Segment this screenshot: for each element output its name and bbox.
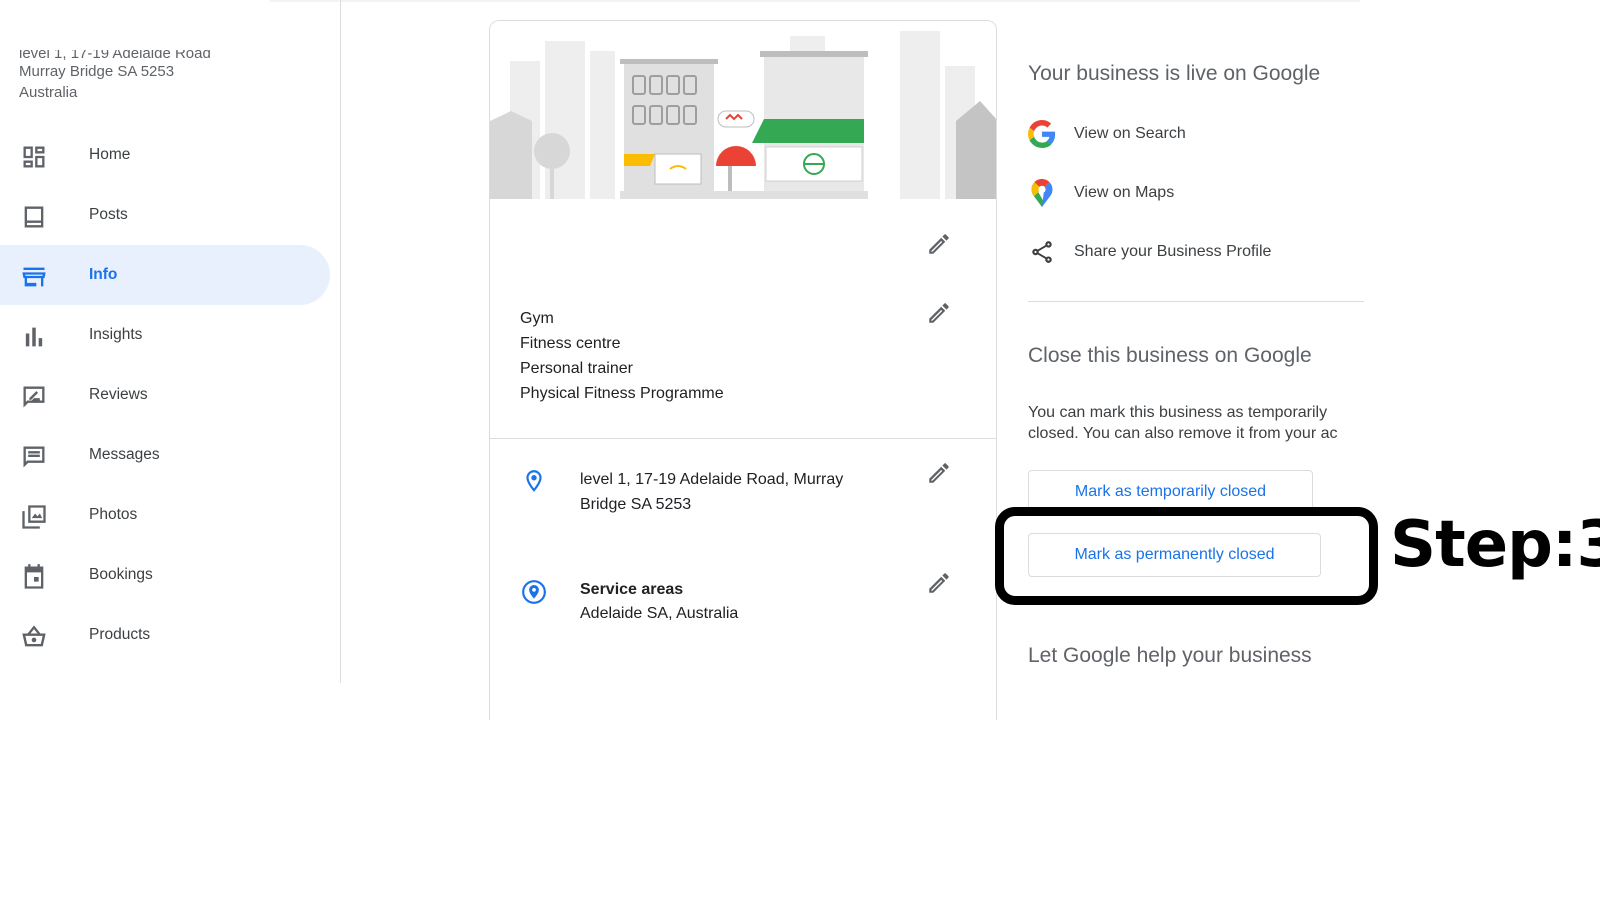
sidebar: level 1, 17-19 Adelaide Road Murray Brid…: [0, 0, 341, 683]
category-item: Personal trainer: [520, 360, 633, 377]
shopping-basket-icon: [22, 625, 46, 647]
business-address: level 1, 17-19 Adelaide Road, Murray Bri…: [580, 467, 880, 517]
step-highlight-box: [995, 507, 1378, 605]
photo-library-icon: [22, 505, 46, 529]
category-item: Physical Fitness Programme: [520, 385, 724, 402]
dashboard-icon: [23, 146, 45, 168]
sidebar-item-bookings[interactable]: Bookings: [0, 545, 330, 605]
sidebar-item-label: Products: [89, 626, 151, 643]
sidebar-item-info[interactable]: Info: [0, 245, 330, 305]
address-line-2: Bridge SA 5253: [580, 496, 692, 513]
sidebar-item-label: Home: [89, 146, 131, 163]
link-label: Share your Business Profile: [1074, 243, 1272, 260]
sidebar-item-label: Messages: [89, 446, 160, 463]
edit-pencil-icon[interactable]: [926, 231, 952, 257]
rate-review-icon: [23, 386, 45, 408]
storefront-illustration: [490, 21, 996, 199]
sidebar-item-label: Info: [89, 266, 118, 283]
sidebar-item-label: Posts: [89, 206, 128, 223]
sidebar-item-label: Bookings: [89, 566, 153, 583]
category-item: Fitness centre: [520, 335, 621, 352]
service-areas-value: Adelaide SA, Australia: [580, 605, 739, 622]
calendar-icon: [24, 564, 44, 589]
description-line-1: You can mark this business as temporaril…: [1028, 404, 1328, 421]
sidebar-item-messages[interactable]: Messages: [0, 425, 330, 485]
address-line-3: Australia: [19, 84, 78, 101]
location-pin-icon: [526, 470, 542, 492]
share-icon: [1028, 238, 1056, 266]
edit-pencil-icon[interactable]: [926, 300, 952, 326]
business-info-card: Gym Fitness centre Personal trainer Phys…: [489, 20, 997, 720]
panel-divider: [1028, 301, 1364, 302]
category-primary: Gym: [520, 310, 554, 327]
bar-chart-icon: [25, 327, 43, 347]
close-business-description: You can mark this business as temporaril…: [1028, 402, 1364, 444]
message-icon: [23, 446, 45, 468]
storefront-icon: [22, 267, 46, 287]
close-business-heading: Close this business on Google: [1028, 344, 1312, 367]
posts-icon: [24, 206, 44, 228]
step-label: Step:3: [1390, 508, 1600, 582]
business-categories: Gym Fitness centre Personal trainer Phys…: [520, 306, 724, 406]
address-line-1: level 1, 17-19 Adelaide Road, Murray: [580, 471, 844, 488]
live-on-google-heading: Your business is live on Google: [1028, 62, 1321, 85]
google-g-icon: [1028, 120, 1056, 148]
service-area-icon: [522, 580, 546, 604]
sidebar-business-address: level 1, 17-19 Adelaide Road Murray Brid…: [19, 50, 319, 103]
edit-pencil-icon[interactable]: [926, 460, 952, 486]
sidebar-item-label: Insights: [89, 326, 143, 343]
address-line-2: Murray Bridge SA 5253: [19, 63, 175, 80]
view-on-maps-link[interactable]: View on Maps: [1028, 173, 1364, 213]
share-business-profile-link[interactable]: Share your Business Profile: [1028, 232, 1364, 272]
address-line-1: level 1, 17-19 Adelaide Road: [19, 50, 211, 61]
link-label: View on Search: [1074, 125, 1186, 142]
service-areas-title: Service areas: [580, 581, 684, 598]
description-line-2: closed. You can also remove it from your…: [1028, 425, 1338, 442]
sidebar-item-insights[interactable]: Insights: [0, 305, 330, 365]
sidebar-item-products[interactable]: Products: [0, 605, 330, 665]
sidebar-item-label: Photos: [89, 506, 138, 523]
sidebar-item-posts[interactable]: Posts: [0, 185, 330, 245]
maps-pin-icon: [1028, 179, 1056, 207]
view-on-search-link[interactable]: View on Search: [1028, 114, 1364, 154]
card-divider: [490, 438, 996, 439]
sidebar-item-photos[interactable]: Photos: [0, 485, 330, 545]
sidebar-item-home[interactable]: Home: [0, 125, 330, 185]
link-label: View on Maps: [1074, 184, 1175, 201]
let-google-help-heading: Let Google help your business: [1028, 644, 1312, 667]
edit-pencil-icon[interactable]: [926, 570, 952, 596]
sidebar-item-reviews[interactable]: Reviews: [0, 365, 330, 425]
sidebar-item-label: Reviews: [89, 386, 148, 403]
